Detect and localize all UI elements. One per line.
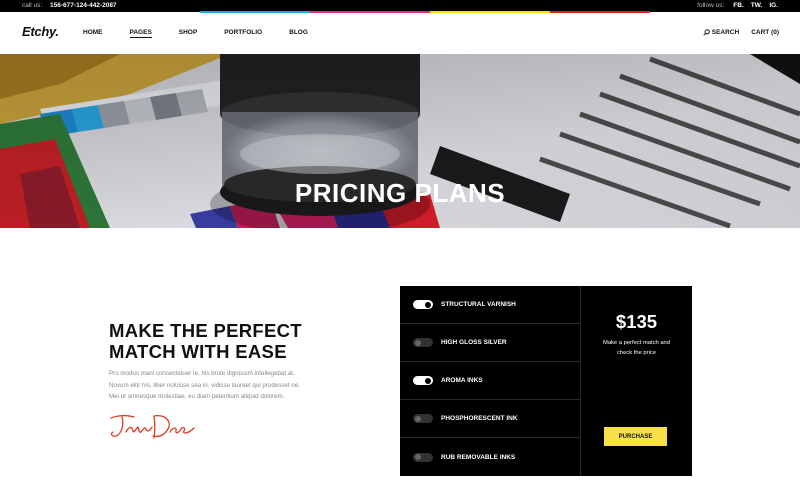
follow-us-label: follow us: — [697, 2, 725, 9]
price-description: Make a perfect match and check the price — [581, 338, 692, 358]
option-structural-varnish[interactable]: STRUCTURAL VARNISH — [400, 286, 580, 324]
toggle-switch[interactable] — [413, 414, 433, 423]
section-headline: MAKE THE PERFECT MATCH WITH EASE — [109, 320, 339, 362]
body-line-2: Novum elitr his, liber noluisse sea in, … — [109, 381, 300, 389]
toggle-knob — [415, 339, 421, 346]
option-label: RUB REMOVABLE INKS — [441, 453, 516, 461]
section-body: Pro modus mani consectetuer te, his brut… — [109, 368, 339, 403]
toggle-switch[interactable] — [413, 300, 433, 309]
price-value: $135 — [615, 311, 658, 332]
search-label: SEARCH — [711, 29, 740, 36]
nav-item-portfolio[interactable]: PORTFOLIO — [224, 29, 262, 38]
body-line-1: Pro modus mani consectetuer te, his brut… — [109, 370, 295, 377]
toggle-knob — [425, 377, 431, 384]
social-links: follow us: FB. TW. IG. — [697, 2, 778, 9]
nav-item-shop[interactable]: SHOP — [179, 29, 197, 38]
search-button[interactable]: SEARCH — [703, 29, 739, 36]
page-title: PRICING PLANS — [294, 178, 506, 208]
cart-button[interactable]: CART (0) — [751, 29, 779, 36]
option-label: HIGH GLOSS SILVER — [441, 339, 507, 346]
headline-line-1: MAKE THE PERFECT — [109, 320, 302, 341]
contact-info: call us: 156-677-124-442-2087 — [22, 2, 117, 9]
nav-item-blog[interactable]: BLOG — [289, 29, 308, 38]
main-nav: Etchy. HOME PAGES SHOP PORTFOLIO BLOG SE… — [0, 13, 800, 54]
nav-item-pages[interactable]: PAGES — [129, 29, 152, 38]
twitter-link[interactable]: TW. — [751, 2, 763, 9]
logo[interactable]: Etchy. — [22, 24, 59, 39]
instagram-link[interactable]: IG. — [769, 2, 778, 9]
price-description-line-1: Make a perfect match and — [602, 340, 671, 346]
pricing-panel: STRUCTURAL VARNISH HIGH GLOSS SILVER ARO… — [400, 286, 692, 476]
toggle-switch[interactable] — [413, 452, 433, 462]
signature-image — [110, 414, 195, 439]
search-icon — [703, 29, 710, 36]
toggle-knob — [415, 415, 421, 422]
toggle-knob — [415, 454, 421, 460]
headline-line-2: MATCH WITH EASE — [109, 341, 287, 362]
option-label: PHOSPHORESCENT INK — [441, 415, 518, 422]
option-label: AROMA INKS — [441, 377, 483, 384]
option-phosphorescent-ink[interactable]: PHOSPHORESCENT INK — [400, 400, 580, 438]
toggle-knob — [425, 301, 431, 308]
body-line-3: Mei ut omnesque molestiae, eu diam peten… — [109, 393, 285, 401]
price-description-line-2: check the price — [617, 350, 656, 356]
nav-menu: HOME PAGES SHOP PORTFOLIO BLOG — [83, 29, 335, 38]
toggle-switch[interactable] — [413, 376, 433, 385]
phone-number[interactable]: 156-677-124-442-2087 — [50, 2, 117, 9]
hero-banner: PRICING PLANS — [0, 54, 800, 228]
option-high-gloss-silver[interactable]: HIGH GLOSS SILVER — [400, 324, 580, 362]
pricing-options: STRUCTURAL VARNISH HIGH GLOSS SILVER ARO… — [400, 286, 580, 476]
option-label: STRUCTURAL VARNISH — [441, 301, 516, 308]
toggle-switch[interactable] — [413, 338, 433, 347]
nav-item-home[interactable]: HOME — [83, 29, 103, 38]
option-aroma-inks[interactable]: AROMA INKS — [400, 362, 580, 400]
nav-actions: SEARCH CART (0) — [703, 29, 779, 36]
option-rub-removable-inks[interactable]: RUB REMOVABLE INKS — [400, 438, 580, 476]
facebook-link[interactable]: FB. — [733, 2, 743, 9]
purchase-button[interactable]: PURCHASE — [604, 427, 667, 446]
call-us-label: call us: — [22, 2, 43, 9]
